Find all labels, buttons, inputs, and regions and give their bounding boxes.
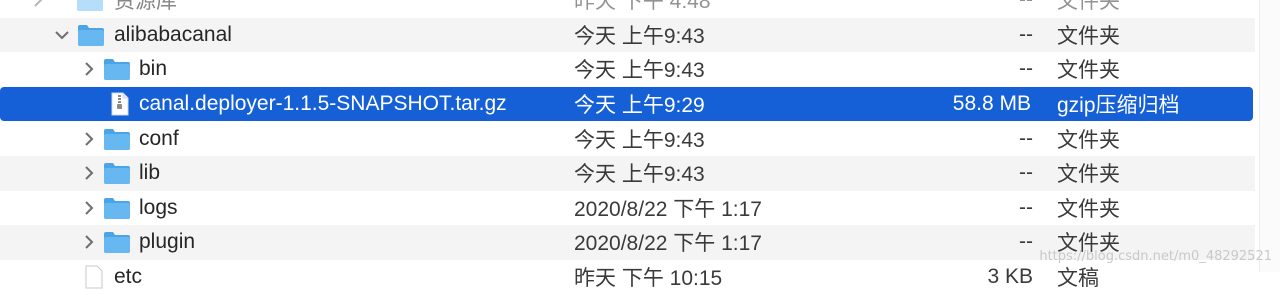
date-modified: 今天 上午9:29: [574, 94, 705, 118]
file-name: 资源库: [114, 0, 177, 14]
file-kind: gzip压缩归档: [1057, 94, 1180, 118]
list-row-lib[interactable]: lib 今天 上午9:43 -- 文件夹: [0, 155, 1255, 191]
list-row-alibabacanal[interactable]: alibabacanal 今天 上午9:43 -- 文件夹: [0, 17, 1255, 53]
archive-file-icon: [106, 92, 134, 116]
file-kind: 文件夹: [1057, 24, 1120, 48]
date-modified: 2020/8/22 下午 1:17: [574, 197, 762, 221]
file-size: --: [1019, 57, 1033, 81]
file-kind: 文稿: [1057, 267, 1099, 291]
file-size: 58.8 MB: [952, 92, 1031, 116]
chevron-right-icon[interactable]: [81, 234, 97, 250]
chevron-right-icon[interactable]: [30, 0, 46, 8]
file-name: bin: [139, 57, 168, 81]
vertical-scrollbar[interactable]: [1259, 0, 1280, 272]
file-name: conf: [139, 126, 179, 150]
date-modified: 今天 上午9:43: [574, 128, 705, 152]
folder-icon: [77, 23, 105, 47]
file-size: --: [1019, 230, 1033, 254]
date-modified: 今天 上午9:43: [574, 24, 705, 48]
file-name: plugin: [139, 230, 196, 254]
file-size: --: [1019, 126, 1033, 150]
date-modified: 昨天 下午 10:15: [574, 267, 723, 291]
list-row-conf[interactable]: conf 今天 上午9:43 -- 文件夹: [0, 121, 1255, 156]
file-size: --: [1019, 22, 1033, 46]
file-kind: 文件夹: [1057, 128, 1120, 152]
file-size: --: [1019, 161, 1033, 185]
folder-icon: [76, 0, 104, 12]
date-modified: 今天 上午9:43: [574, 163, 705, 187]
file-kind: 文件夹: [1057, 163, 1120, 187]
folder-icon: [103, 196, 131, 220]
file-name: logs: [139, 195, 178, 219]
file-name: lib: [139, 161, 161, 185]
folder-icon: [103, 230, 131, 254]
date-modified: 昨天 下午 4:48: [574, 0, 711, 14]
file-name: etc: [114, 265, 143, 289]
list-row-logs[interactable]: logs 2020/8/22 下午 1:17 -- 文件夹: [0, 191, 1255, 226]
chevron-right-icon[interactable]: [81, 61, 97, 77]
folder-icon: [103, 57, 131, 81]
list-row-ziyuanku[interactable]: 资源库 昨天 下午 4:48 -- 文件夹: [0, 0, 1255, 18]
file-kind: 文件夹: [1057, 0, 1120, 14]
folder-icon: [103, 127, 131, 151]
chevron-right-icon[interactable]: [81, 131, 97, 147]
list-row-canal-deployer[interactable]: canal.deployer-1.1.5-SNAPSHOT.tar.gz 今天 …: [0, 86, 1253, 122]
date-modified: 2020/8/22 下午 1:17: [574, 232, 762, 256]
document-icon: [80, 265, 108, 289]
file-size: 3 KB: [987, 265, 1033, 289]
file-kind: 文件夹: [1057, 197, 1120, 221]
folder-icon: [103, 161, 131, 185]
date-modified: 今天 上午9:43: [574, 59, 705, 83]
file-name: canal.deployer-1.1.5-SNAPSHOT.tar.gz: [139, 92, 507, 116]
list-row-etc[interactable]: etc 昨天 下午 10:15 3 KB 文稿: [0, 260, 1255, 295]
list-row-bin[interactable]: bin 今天 上午9:43 -- 文件夹: [0, 52, 1255, 87]
file-size: --: [1019, 0, 1033, 12]
file-size: --: [1019, 195, 1033, 219]
chevron-right-icon[interactable]: [81, 200, 97, 216]
file-kind: 文件夹: [1057, 59, 1120, 83]
chevron-down-icon[interactable]: [54, 27, 70, 43]
file-name: alibabacanal: [114, 22, 232, 46]
chevron-right-icon[interactable]: [81, 165, 97, 181]
watermark: https://blog.csdn.net/m0_48292521: [1039, 249, 1272, 264]
